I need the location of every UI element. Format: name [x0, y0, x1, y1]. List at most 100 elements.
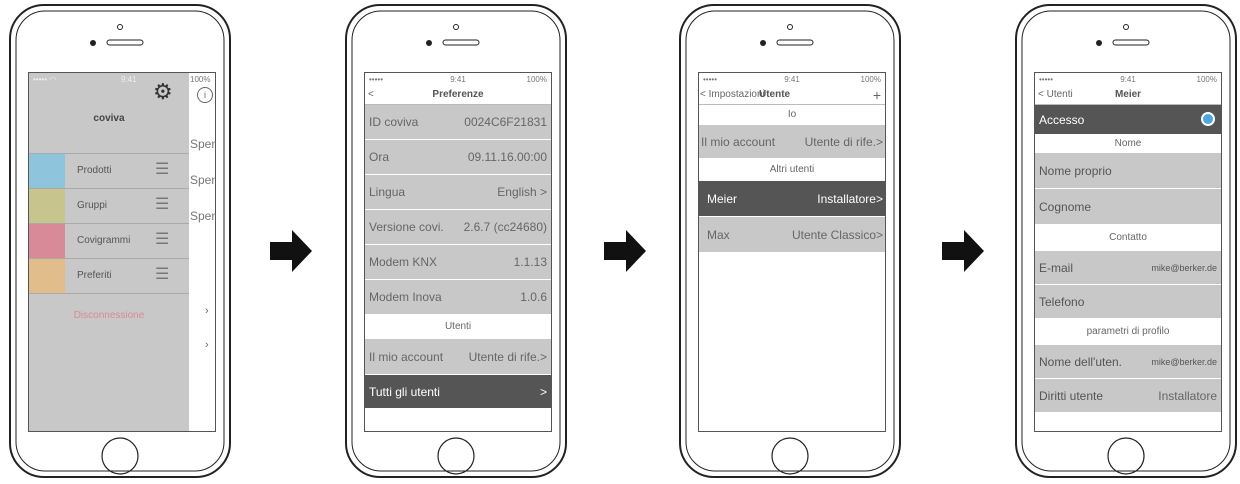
menu-item-label: Prodotti — [77, 165, 112, 176]
side-items: Spen. Spen. Spen. — [190, 137, 215, 245]
row-label: Accesso — [1039, 113, 1085, 127]
screen-preferences: ••••• 9:41 100% < Preferenze ID coviva 00… — [364, 72, 552, 432]
arrow-right-icon — [270, 230, 312, 272]
email-field[interactable]: E-mail mike@berker.de — [1035, 251, 1221, 285]
arrow-right-icon — [942, 230, 984, 272]
battery-label: 100% — [1196, 75, 1217, 84]
phone-2: ••••• 9:41 100% < Preferenze ID coviva 00… — [343, 2, 569, 480]
gear-icon[interactable]: ⚙ — [153, 79, 173, 105]
status-time: 9:41 — [450, 75, 466, 84]
chevron-right-icon[interactable]: › — [205, 339, 209, 351]
row-value: 1.0.6 — [520, 290, 547, 304]
page-title: Utente — [759, 89, 791, 100]
user-row[interactable]: Max Utente Classico> — [699, 217, 885, 253]
row-label: ID coviva — [369, 115, 419, 129]
row-value: 09.11.16.00:00 — [467, 150, 547, 164]
menu-item[interactable]: Prodotti ☰ — [29, 153, 189, 188]
my-account-row[interactable]: Il mio account Utente di rife.> — [699, 125, 885, 159]
row-value: mike@berker.de — [1151, 357, 1217, 367]
menu-item[interactable]: Covigrammi ☰ — [29, 223, 189, 258]
row-value: mike@berker.de — [1151, 263, 1217, 273]
preference-row[interactable]: Versione covi. 2.6.7 (cc24680) — [365, 210, 551, 245]
user-row[interactable]: Meier Installatore> — [699, 181, 885, 217]
app-name: coviva — [93, 113, 125, 124]
section-header-name: Nome — [1035, 135, 1221, 153]
my-account-row[interactable]: Il mio account Utente di rife.> — [365, 339, 551, 375]
side-item-label: Spen. — [190, 173, 215, 187]
phone-1: ••••• ◠ 9:41 ⚙ coviva Prodotti ☰ Gruppi ☰ Co… — [7, 2, 233, 480]
row-value: Installatore> — [817, 192, 883, 206]
status-time: 9:41 — [121, 75, 137, 84]
screen-menu: ••••• ◠ 9:41 ⚙ coviva Prodotti ☰ Gruppi ☰ Co… — [28, 72, 216, 432]
all-users-row[interactable]: Tutti gli utenti > — [365, 375, 551, 409]
row-value: Installatore — [1158, 389, 1217, 403]
row-value: 0024C6F21831 — [464, 115, 547, 129]
status-time: 9:41 — [1120, 75, 1136, 84]
row-value: Utente di rife.> — [804, 135, 883, 149]
first-name-field[interactable]: Nome proprio — [1035, 153, 1221, 189]
chevron-right-icon: > — [539, 385, 547, 399]
row-value: 2.6.7 (cc24680) — [463, 220, 547, 234]
users-list: Meier Installatore> Max Utente Classico> — [699, 181, 885, 253]
screen-user-detail: ••••• 9:41 100% < Utenti Meier Accesso N… — [1034, 72, 1222, 432]
preference-row[interactable]: Modem KNX 1.1.13 — [365, 245, 551, 280]
row-label: Diritti utente — [1039, 389, 1104, 403]
info-icon[interactable]: i — [197, 87, 213, 103]
row-label: Max — [707, 228, 730, 242]
page-title: Meier — [1114, 89, 1142, 100]
logout-link[interactable]: Disconnessione — [29, 310, 189, 321]
menu-item-color — [29, 189, 65, 223]
hamburger-icon[interactable]: ☰ — [155, 162, 169, 178]
row-label: Il mio account — [369, 350, 444, 364]
section-header-me: Io — [699, 105, 885, 125]
menu-list: Prodotti ☰ Gruppi ☰ Covigrammi ☰ Preferiti ☰ — [29, 153, 189, 294]
divider — [29, 293, 189, 294]
battery-label: 100% — [190, 75, 211, 84]
back-button[interactable]: < Impostazioni — [700, 89, 765, 100]
menu-item-label: Gruppi — [77, 200, 108, 211]
phone-4: ••••• 9:41 100% < Utenti Meier Accesso N… — [1013, 2, 1239, 480]
row-label: Cognome — [1039, 200, 1092, 214]
row-value: Utente Classico> — [791, 228, 883, 242]
preferences-list: ID coviva 0024C6F21831 Ora 09.11.16.00:00 Li… — [365, 105, 551, 315]
preference-row[interactable]: Modem Inova 1.0.6 — [365, 280, 551, 315]
row-value: English > — [497, 185, 547, 199]
battery-label: 100% — [860, 75, 881, 84]
screen-user: ••••• 9:41 100% < Impostazioni Utente + … — [698, 72, 886, 432]
menu-item[interactable]: Preferiti ☰ — [29, 258, 189, 293]
row-value: Utente di rife.> — [468, 350, 547, 364]
row-label: Ora — [369, 150, 390, 164]
access-toggle[interactable] — [1201, 112, 1215, 126]
username-field[interactable]: Nome dell'uten. mike@berker.de — [1035, 345, 1221, 379]
side-panel: 100% i Spen. Spen. Spen. › › — [189, 73, 215, 431]
menu-item-color — [29, 154, 65, 188]
row-label: Nome dell'uten. — [1039, 355, 1123, 369]
hamburger-icon[interactable]: ☰ — [155, 267, 169, 283]
menu-panel: ••••• ◠ 9:41 ⚙ coviva Prodotti ☰ Gruppi ☰ Co… — [29, 73, 189, 431]
preference-row[interactable]: ID coviva 0024C6F21831 — [365, 105, 551, 140]
row-label: Lingua — [369, 185, 406, 199]
row-label: E-mail — [1039, 261, 1074, 275]
row-value: 1.1.13 — [513, 255, 547, 269]
preference-row[interactable]: Lingua English > — [365, 175, 551, 210]
access-row[interactable]: Accesso — [1035, 105, 1221, 135]
row-label: Tutti gli utenti — [369, 385, 440, 399]
row-label: Nome proprio — [1039, 164, 1112, 178]
hamburger-icon[interactable]: ☰ — [155, 232, 169, 248]
add-user-button[interactable]: + — [873, 87, 881, 103]
menu-item[interactable]: Gruppi ☰ — [29, 188, 189, 223]
signal-icon: ••••• ◠ — [33, 75, 57, 84]
row-label: Il mio account — [701, 135, 776, 149]
phone-3: ••••• 9:41 100% < Impostazioni Utente + … — [677, 2, 903, 480]
phone-field[interactable]: Telefono — [1035, 285, 1221, 319]
section-header-profile: parametri di profilo — [1035, 319, 1221, 345]
chevron-right-icon[interactable]: › — [205, 305, 209, 317]
status-time: 9:41 — [784, 75, 800, 84]
user-rights-row[interactable]: Diritti utente Installatore — [1035, 379, 1221, 413]
row-label: Meier — [707, 192, 738, 206]
last-name-field[interactable]: Cognome — [1035, 189, 1221, 225]
menu-item-label: Covigrammi — [77, 235, 131, 246]
preference-row[interactable]: Ora 09.11.16.00:00 — [365, 140, 551, 175]
row-label: Modem KNX — [369, 255, 438, 269]
hamburger-icon[interactable]: ☰ — [155, 197, 169, 213]
